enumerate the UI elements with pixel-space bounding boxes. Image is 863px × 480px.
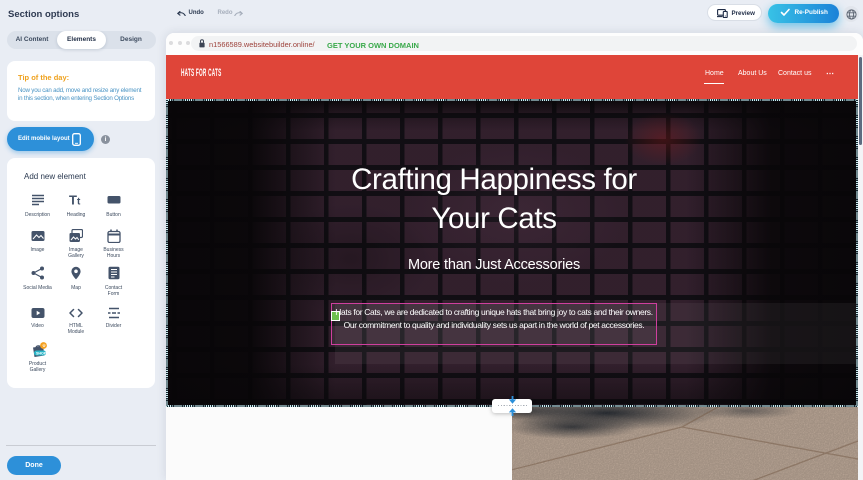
svg-text:T: T xyxy=(69,193,77,207)
svg-text:SHOP: SHOP xyxy=(36,351,47,355)
svg-text:t: t xyxy=(77,197,81,208)
